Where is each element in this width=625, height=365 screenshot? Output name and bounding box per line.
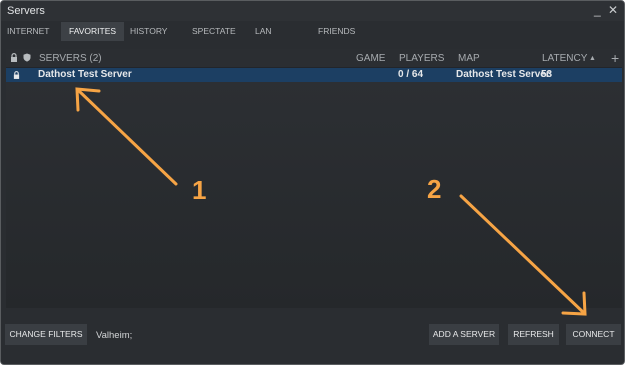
- tab-spectate[interactable]: SPECTATE: [186, 22, 249, 41]
- lock-icon[interactable]: [10, 53, 18, 62]
- row-lock-icon: [13, 71, 20, 79]
- window-controls[interactable]: _ ✕: [594, 3, 620, 17]
- column-players[interactable]: PLAYERS: [399, 53, 444, 64]
- servers-window: Servers _ ✕ INTERNET FAVORITES HISTORY S…: [0, 0, 625, 365]
- tab-lan[interactable]: LAN: [249, 22, 312, 41]
- tab-friends[interactable]: FRIENDS: [312, 22, 372, 41]
- annotation-step-1: 1: [192, 175, 207, 205]
- refresh-button[interactable]: REFRESH: [508, 324, 559, 345]
- server-latency: 53: [541, 69, 553, 80]
- change-filters-button[interactable]: CHANGE FILTERS: [5, 324, 87, 345]
- sort-ascending-icon: ▲: [589, 55, 596, 62]
- annotation-step-2: 2: [427, 174, 442, 204]
- server-players: 0 / 64: [398, 69, 424, 80]
- connect-button[interactable]: CONNECT: [566, 324, 621, 345]
- server-list[interactable]: SERVERS (2) GAME PLAYERS MAP LATENCY ▲ +…: [6, 49, 622, 308]
- add-column-icon[interactable]: +: [611, 50, 619, 66]
- server-name: Dathost Test Server: [38, 69, 132, 80]
- table-row[interactable]: Dathost Test Server 0 / 64 Dathost Test …: [6, 68, 622, 82]
- column-game[interactable]: GAME: [356, 53, 385, 64]
- tab-internet[interactable]: INTERNET: [1, 22, 61, 41]
- column-header: SERVERS (2) GAME PLAYERS MAP LATENCY ▲ +: [6, 49, 622, 68]
- column-latency[interactable]: LATENCY: [542, 53, 587, 64]
- server-map: Dathost Test Server: [456, 69, 550, 80]
- shield-icon[interactable]: [23, 53, 31, 62]
- add-server-button[interactable]: ADD A SERVER: [429, 324, 499, 345]
- title-bar[interactable]: Servers _ ✕: [1, 1, 624, 21]
- tab-history[interactable]: HISTORY: [124, 22, 186, 41]
- tab-bar: INTERNET FAVORITES HISTORY SPECTATE LAN …: [1, 22, 624, 41]
- tab-favorites[interactable]: FAVORITES: [61, 22, 124, 41]
- filter-value: Valheim;: [96, 330, 133, 341]
- window-title: Servers: [7, 5, 45, 17]
- column-servers[interactable]: SERVERS (2): [39, 53, 102, 64]
- column-map[interactable]: MAP: [458, 53, 480, 64]
